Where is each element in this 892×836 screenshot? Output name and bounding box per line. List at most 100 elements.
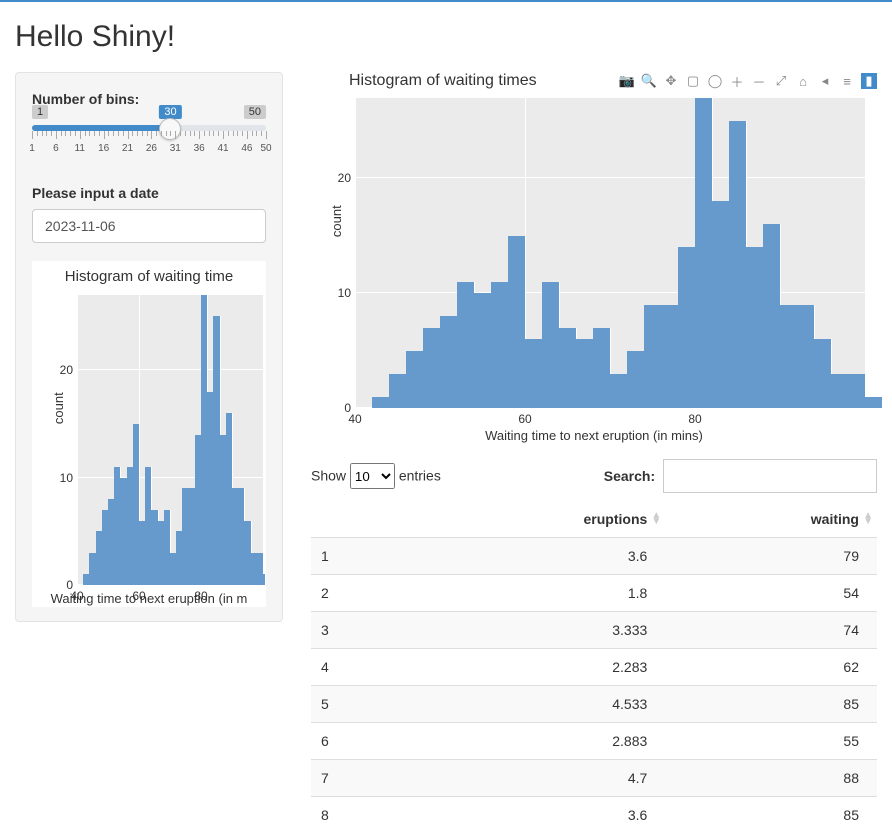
histogram-bar <box>576 339 594 408</box>
length-control: Show 102550100 entries <box>311 463 441 489</box>
slider-tick-label: 31 <box>170 143 181 154</box>
histogram-bar <box>525 339 543 408</box>
histogram-bar <box>661 305 679 408</box>
date-input[interactable] <box>32 209 266 243</box>
cell-eruptions: 1.8 <box>410 575 665 612</box>
main-histogram[interactable]: 01020 <box>355 98 865 408</box>
bins-slider[interactable]: 1 50 30 16111621263136414650 <box>32 115 266 171</box>
cell-index: 4 <box>311 649 410 686</box>
page-title: Hello Shiny! <box>15 20 877 54</box>
histogram-bar <box>406 351 424 408</box>
histogram-bar <box>831 374 849 408</box>
slider-tick-label: 46 <box>241 143 252 154</box>
histogram-bar <box>593 328 611 408</box>
length-label-pre: Show <box>311 468 346 484</box>
cell-eruptions: 3.6 <box>410 797 665 834</box>
cell-waiting: 88 <box>665 760 877 797</box>
table-row: 62.88355 <box>311 723 877 760</box>
histogram-bar <box>678 247 696 408</box>
histogram-bar <box>695 98 713 408</box>
x-tick-label: 40 <box>348 412 361 426</box>
slider-tick-label: 21 <box>122 143 133 154</box>
table-row: 54.53385 <box>311 686 877 723</box>
slider-tick-label: 6 <box>53 143 59 154</box>
autoscale-icon[interactable]: ⤢ <box>773 73 789 89</box>
plotly-icon[interactable]: ▮ <box>861 73 877 89</box>
histogram-bar <box>542 282 560 408</box>
slider-tick-label: 26 <box>146 143 157 154</box>
reset-icon[interactable]: ⌂ <box>795 73 811 89</box>
spike-icon[interactable]: ◂ <box>817 73 833 89</box>
bins-label: Number of bins: <box>32 91 266 107</box>
y-tick-label: 10 <box>338 286 351 300</box>
plot-modebar: 📷 🔍 ✥ ▢ ◯ ＋ － ⤢ ⌂ ◂ ≡ ▮ <box>619 73 877 89</box>
x-tick-label: 40 <box>70 589 83 603</box>
slider-tick-label: 41 <box>217 143 228 154</box>
histogram-bar <box>474 293 492 408</box>
cell-eruptions: 4.533 <box>410 686 665 723</box>
sidebar-histogram: Histogram of waiting time count 01020406… <box>32 261 266 607</box>
histogram-bar <box>865 397 883 408</box>
histogram-bar <box>263 574 266 585</box>
date-label: Please input a date <box>32 185 266 201</box>
histogram-bar <box>389 374 407 408</box>
sort-icon[interactable]: ▲▼ <box>863 513 873 525</box>
histogram-bar <box>848 374 866 408</box>
sidebar-panel: Number of bins: 1 50 30 1611162126313641… <box>15 72 283 622</box>
length-select[interactable]: 102550100 <box>350 463 395 489</box>
x-tick-label: 60 <box>518 412 531 426</box>
slider-tick-label: 36 <box>194 143 205 154</box>
cell-index: 2 <box>311 575 410 612</box>
cell-index: 5 <box>311 686 410 723</box>
column-header[interactable]: waiting▲▼ <box>665 501 877 538</box>
table-row: 13.679 <box>311 538 877 575</box>
slider-tick-label: 16 <box>98 143 109 154</box>
hover-icon[interactable]: ≡ <box>839 73 855 89</box>
camera-icon[interactable]: 📷 <box>619 73 635 89</box>
length-label-post: entries <box>399 468 441 484</box>
column-header[interactable]: eruptions▲▼ <box>410 501 665 538</box>
histogram-bar <box>610 374 628 408</box>
cell-eruptions: 3.333 <box>410 612 665 649</box>
table-row: 21.854 <box>311 575 877 612</box>
box-select-icon[interactable]: ▢ <box>685 73 701 89</box>
cell-eruptions: 2.283 <box>410 649 665 686</box>
cell-eruptions: 3.6 <box>410 538 665 575</box>
cell-waiting: 62 <box>665 649 877 686</box>
cell-waiting: 79 <box>665 538 877 575</box>
histogram-bar <box>508 236 526 408</box>
zoom-out-icon[interactable]: － <box>751 73 767 89</box>
histogram-bar <box>746 247 764 408</box>
mini-plot-ylabel: count <box>51 392 66 424</box>
y-tick-label: 10 <box>60 471 73 485</box>
sort-icon[interactable]: ▲▼ <box>651 513 661 525</box>
slider-tick-label: 50 <box>260 143 271 154</box>
histogram-bar <box>780 305 798 408</box>
x-tick-label: 80 <box>194 589 207 603</box>
histogram-bar <box>712 201 730 408</box>
lasso-icon[interactable]: ◯ <box>707 73 723 89</box>
cell-index: 8 <box>311 797 410 834</box>
histogram-bar <box>457 282 475 408</box>
column-header[interactable] <box>311 501 410 538</box>
search-input[interactable] <box>663 459 877 493</box>
zoom-in-icon[interactable]: ＋ <box>729 73 745 89</box>
cell-waiting: 55 <box>665 723 877 760</box>
table-row: 83.685 <box>311 797 877 834</box>
cell-waiting: 85 <box>665 797 877 834</box>
table-row: 42.28362 <box>311 649 877 686</box>
histogram-bar <box>372 397 390 408</box>
histogram-bar <box>423 328 441 408</box>
histogram-bar <box>814 339 832 408</box>
x-tick-label: 60 <box>132 589 145 603</box>
search-control: Search: <box>604 459 877 493</box>
pan-icon[interactable]: ✥ <box>663 73 679 89</box>
histogram-bar <box>559 328 577 408</box>
cell-waiting: 54 <box>665 575 877 612</box>
main-plot-xlabel: Waiting time to next eruption (in mins) <box>311 428 877 443</box>
histogram-bar <box>763 224 781 408</box>
x-tick-label: 80 <box>688 412 701 426</box>
histogram-bar <box>491 282 509 408</box>
zoom-icon[interactable]: 🔍 <box>641 73 657 89</box>
slider-value-badge: 30 <box>159 105 181 119</box>
